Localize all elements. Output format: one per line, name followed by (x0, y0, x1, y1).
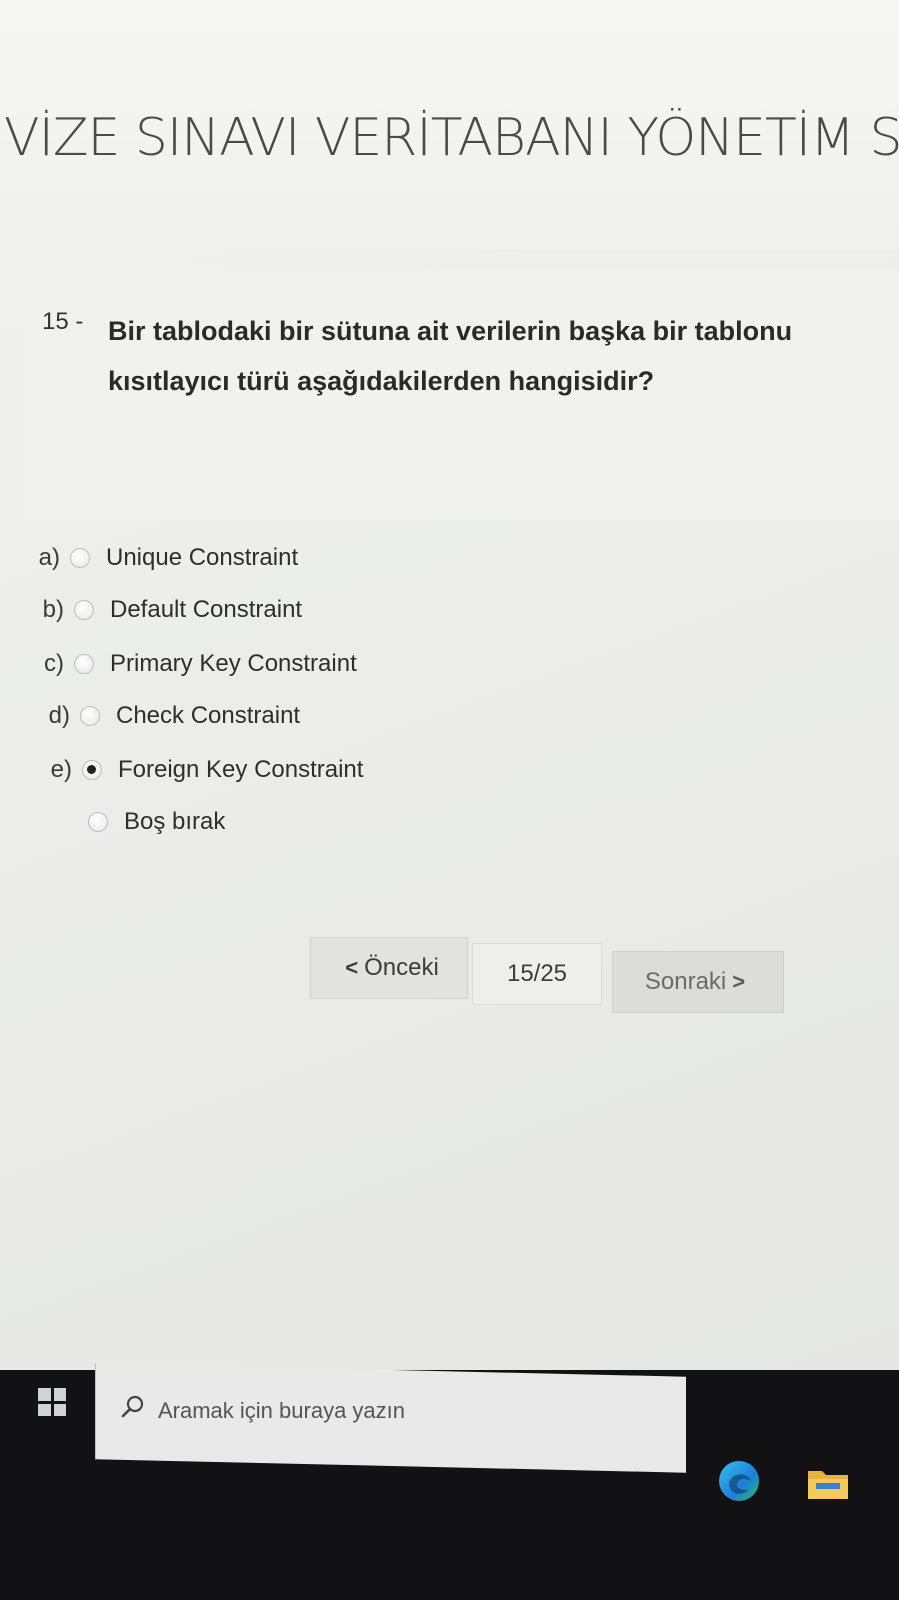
question-pager: < Önceki 15/25 Sonraki > (0, 935, 899, 1025)
option-e-radio[interactable] (82, 760, 102, 780)
option-b-radio[interactable] (74, 600, 94, 620)
option-d-radio[interactable] (80, 706, 100, 726)
option-c[interactable]: c) Primary Key Constraint (34, 644, 357, 684)
option-d[interactable]: d) Check Constraint (40, 696, 300, 736)
option-label[interactable]: Unique Constraint (106, 544, 298, 572)
option-e[interactable]: e) Foreign Key Constraint (42, 750, 364, 790)
option-label[interactable]: Boş bırak (124, 808, 225, 836)
option-label[interactable]: Default Constraint (110, 596, 302, 624)
question-number: 15 - (42, 308, 84, 335)
previous-button[interactable]: < Önceki (310, 937, 468, 999)
exam-screen: VİZE SINAVI VERİTABANI YÖNETİM S 15 - Bi… (0, 0, 899, 1370)
option-letter: d) (48, 702, 70, 729)
search-icon (121, 1395, 144, 1418)
file-explorer-icon[interactable] (806, 1465, 850, 1501)
exam-header: VİZE SINAVI VERİTABANI YÖNETİM S (0, 0, 899, 250)
option-skip[interactable]: Boş bırak (48, 802, 225, 842)
option-label[interactable]: Foreign Key Constraint (118, 756, 363, 784)
page-indicator: 15/25 (472, 943, 602, 1005)
option-letter: e) (50, 756, 72, 783)
next-label: Sonraki (644, 968, 727, 995)
chevron-left-icon: < (345, 955, 359, 980)
option-a-radio[interactable] (70, 548, 90, 568)
next-button[interactable]: Sonraki > (612, 951, 784, 1013)
windows-start-icon[interactable] (38, 1388, 66, 1416)
option-skip-radio[interactable] (88, 812, 108, 832)
option-label[interactable]: Check Constraint (116, 702, 300, 730)
question-text-line-2: kısıtlayıcı türü aşağıdakilerden hangisi… (108, 366, 655, 396)
question-text-line-1: Bir tablodaki bir sütuna ait verilerin b… (108, 316, 793, 346)
previous-label: Önceki (364, 954, 439, 981)
option-a[interactable]: a) Unique Constraint (30, 538, 298, 578)
edge-browser-icon[interactable] (715, 1457, 763, 1505)
question-text: Bir tablodaki bir sütuna ait verilerin b… (108, 306, 899, 406)
exam-title: VİZE SINAVI VERİTABANI YÖNETİM S (4, 108, 899, 168)
chevron-right-icon: > (732, 969, 746, 994)
taskbar-search-placeholder[interactable]: Aramak için buraya yazın (158, 1398, 405, 1424)
option-c-radio[interactable] (74, 654, 94, 674)
option-letter: b) (42, 596, 64, 623)
option-label[interactable]: Primary Key Constraint (110, 650, 357, 678)
option-letter: c) (44, 650, 64, 677)
option-b[interactable]: b) Default Constraint (34, 590, 302, 630)
option-letter: a) (38, 544, 60, 571)
windows-taskbar: Aramak için buraya yazın (0, 1363, 899, 1600)
